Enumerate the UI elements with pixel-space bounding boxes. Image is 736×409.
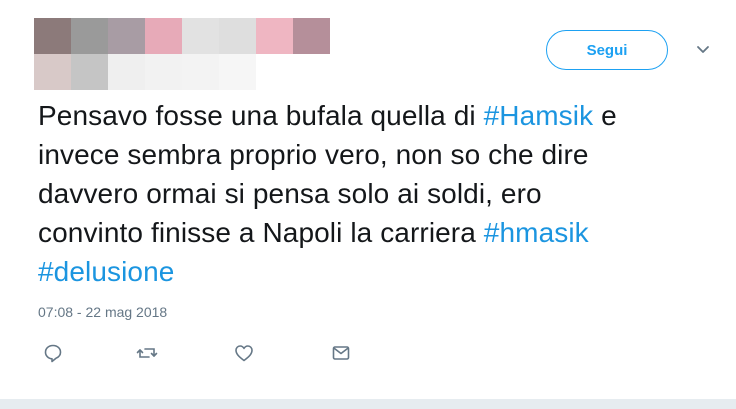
tweet-line: davvero ormai si pensa solo ai soldi, er… — [38, 178, 542, 209]
redacted-block — [219, 18, 256, 54]
reply-icon[interactable] — [42, 342, 64, 364]
hashtag-link[interactable]: #delusione — [38, 256, 174, 287]
tweet-actions — [0, 342, 736, 366]
redacted-block — [34, 54, 71, 90]
redacted-block — [293, 18, 330, 54]
redacted-user-info — [34, 18, 334, 90]
redacted-block — [256, 54, 293, 90]
chevron-down-icon[interactable] — [694, 40, 712, 58]
timeline-divider — [0, 399, 736, 409]
hashtag-link[interactable]: #Hamsik — [484, 100, 594, 131]
follow-label: Segui — [586, 41, 628, 59]
message-icon[interactable] — [330, 342, 352, 364]
redacted-block — [145, 18, 182, 54]
redacted-block — [108, 18, 145, 54]
redacted-block — [219, 54, 256, 90]
redacted-block — [34, 18, 71, 54]
tweet-line: Pensavo fosse una bufala quella di #Hams… — [38, 96, 708, 135]
redacted-block — [256, 18, 293, 54]
like-icon[interactable] — [233, 342, 255, 364]
retweet-icon[interactable] — [136, 342, 158, 364]
tweet-line: convinto finisse a Napoli la carriera #h… — [38, 213, 708, 252]
redacted-block — [182, 18, 219, 54]
tweet-line: #delusione — [38, 252, 708, 291]
redacted-block — [145, 54, 182, 90]
tweet-card: Segui Pensavo fosse una bufala quella di… — [0, 0, 736, 399]
hashtag-link[interactable]: #hmasik — [484, 217, 589, 248]
tweet-text: Pensavo fosse una bufala quella di #Hams… — [38, 96, 708, 291]
tweet-line: invece sembra proprio vero, non so che d… — [38, 139, 589, 170]
redacted-block — [182, 54, 219, 90]
tweet-timestamp[interactable]: 07:08 - 22 mag 2018 — [38, 304, 167, 320]
tweet-text-span: convinto finisse a Napoli la carriera — [38, 217, 484, 248]
tweet-text-span: Pensavo fosse una bufala quella di — [38, 100, 484, 131]
redacted-block — [108, 54, 145, 90]
redacted-block — [71, 54, 108, 90]
follow-button[interactable]: Segui — [546, 30, 668, 70]
redacted-block — [293, 54, 330, 90]
redacted-block — [71, 18, 108, 54]
tweet-text-span: e — [593, 100, 617, 131]
